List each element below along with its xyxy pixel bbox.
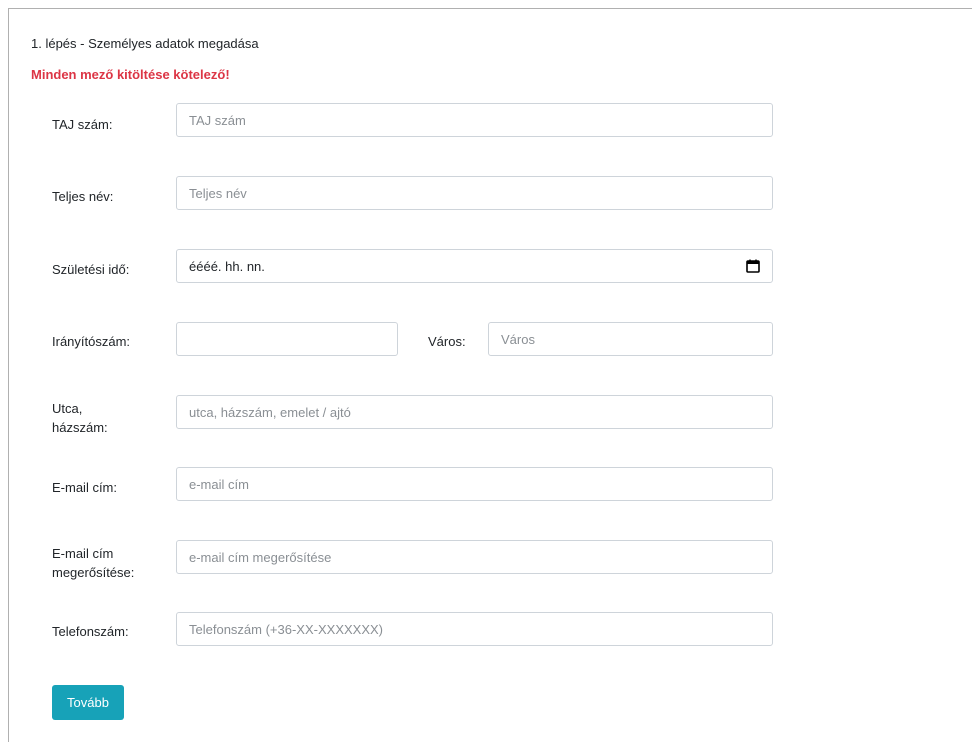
street-input[interactable] — [176, 395, 773, 429]
birth-date-label: Születési idő: — [52, 262, 130, 277]
email-confirm-input[interactable] — [176, 540, 773, 574]
birth-date-value: éééé. hh. nn. — [189, 258, 265, 274]
email-label: E-mail cím: — [52, 480, 117, 495]
calendar-icon[interactable] — [746, 259, 760, 273]
email-confirm-label-line1: E-mail cím — [52, 546, 114, 561]
street-label-line1: Utca, — [52, 401, 83, 416]
step-title: 1. lépés - Személyes adatok megadása — [31, 36, 259, 51]
zip-label: Irányítószám: — [52, 334, 131, 349]
zip-input[interactable] — [176, 322, 398, 356]
city-input[interactable] — [488, 322, 773, 356]
street-label-line2: házszám: — [52, 420, 108, 435]
required-note: Minden mező kitöltése kötelező! — [31, 67, 230, 82]
email-confirm-label-line2: megerősítése: — [52, 565, 135, 580]
taj-input[interactable] — [176, 103, 773, 137]
city-label: Város: — [428, 334, 466, 349]
taj-label: TAJ szám: — [52, 117, 113, 132]
email-input[interactable] — [176, 467, 773, 501]
full-name-input[interactable] — [176, 176, 773, 210]
street-label: Utca, házszám: — [52, 399, 108, 437]
email-confirm-label: E-mail cím megerősítése: — [52, 544, 134, 582]
birth-date-input[interactable]: éééé. hh. nn. — [176, 249, 773, 283]
full-name-label: Teljes név: — [52, 189, 114, 204]
phone-label: Telefonszám: — [52, 624, 129, 639]
phone-input[interactable] — [176, 612, 773, 646]
next-button[interactable]: Tovább — [52, 685, 124, 720]
